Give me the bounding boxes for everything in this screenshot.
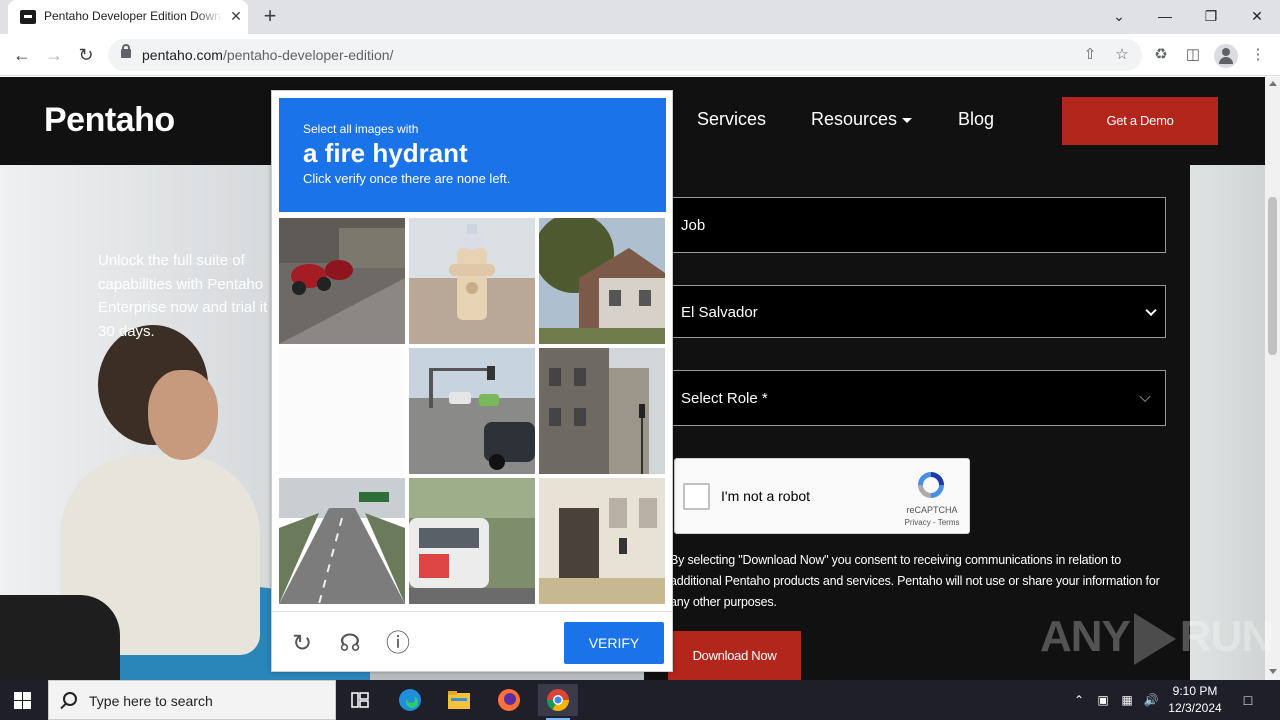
task-view-icon[interactable] bbox=[340, 684, 380, 716]
address-bar[interactable]: pentaho.com/pentaho-developer-edition/ ⇧… bbox=[108, 39, 1142, 71]
job-field[interactable]: Job bbox=[668, 197, 1166, 253]
firefox-icon[interactable] bbox=[489, 684, 529, 716]
caret-down-icon bbox=[902, 117, 913, 123]
search-icon bbox=[63, 692, 77, 706]
country-select[interactable]: El Salvador bbox=[668, 285, 1166, 338]
chrome-icon[interactable] bbox=[538, 684, 578, 720]
close-window-button[interactable]: ✕ bbox=[1243, 4, 1271, 28]
tab-strip: Pentaho Developer Edition Download ✕ + ⌄… bbox=[0, 0, 1280, 34]
menu-kebab-icon[interactable]: ⋮ bbox=[1247, 44, 1269, 66]
new-tab-button[interactable]: + bbox=[258, 5, 282, 29]
info-icon[interactable]: ⓘ bbox=[384, 630, 412, 658]
captcha-subtext: Click verify once there are none left. bbox=[303, 171, 511, 186]
nav-blog[interactable]: Blog bbox=[958, 109, 994, 130]
building-entrance-image bbox=[539, 478, 665, 604]
minimize-button[interactable]: — bbox=[1151, 4, 1179, 28]
download-now-button[interactable]: Download Now bbox=[668, 631, 801, 680]
captcha-tile-9[interactable] bbox=[539, 478, 665, 604]
reload-challenge-icon[interactable]: ↻ bbox=[288, 630, 316, 658]
profile-avatar-icon[interactable] bbox=[1214, 44, 1238, 68]
taskbar-search-box[interactable]: Type here to search bbox=[48, 680, 336, 720]
reload-icon[interactable]: ↻ bbox=[73, 42, 99, 68]
scroll-down-icon[interactable] bbox=[1269, 669, 1277, 674]
tab-title: Pentaho Developer Edition Download bbox=[44, 9, 222, 23]
scroll-thumb[interactable] bbox=[1268, 197, 1277, 355]
scroll-up-icon[interactable] bbox=[1269, 81, 1277, 86]
street-motorcycles-image bbox=[279, 218, 405, 344]
volume-icon[interactable]: 🔊 bbox=[1143, 692, 1159, 708]
notifications-icon[interactable]: □ bbox=[1240, 692, 1256, 708]
role-select[interactable]: Select Role * bbox=[668, 370, 1166, 426]
share-icon[interactable]: ⇧ bbox=[1080, 45, 1100, 65]
person-legs bbox=[0, 595, 120, 680]
browser-toolbar: ← → ↻ pentaho.com/pentaho-developer-edit… bbox=[0, 34, 1280, 76]
captcha-tile-2[interactable] bbox=[409, 218, 535, 344]
pentaho-logo[interactable]: Pentaho bbox=[44, 101, 175, 140]
forward-arrow-icon[interactable]: → bbox=[41, 42, 67, 68]
audio-challenge-icon[interactable]: ☊ bbox=[336, 630, 364, 658]
windows-start-icon[interactable] bbox=[14, 692, 31, 709]
consent-text: By selecting "Download Now" you consent … bbox=[670, 553, 1160, 609]
bookmark-star-icon[interactable]: ☆ bbox=[1112, 45, 1132, 65]
recaptcha-label: I'm not a robot bbox=[721, 488, 811, 504]
bus-street-image bbox=[409, 478, 535, 604]
captcha-instruction: Select all images with bbox=[303, 122, 419, 136]
pentaho-favicon-icon bbox=[20, 10, 36, 24]
highway-image bbox=[279, 478, 405, 604]
tab-search-icon[interactable]: ⌄ bbox=[1105, 4, 1133, 28]
fire-hydrant-image bbox=[409, 218, 535, 344]
captcha-header: Select all images with a fire hydrant Cl… bbox=[279, 98, 666, 212]
recaptcha-privacy-terms[interactable]: Privacy - Terms bbox=[901, 518, 963, 527]
back-arrow-icon[interactable]: ← bbox=[9, 42, 35, 68]
nav-resources[interactable]: Resources bbox=[811, 109, 913, 130]
captcha-tile-1[interactable] bbox=[279, 218, 405, 344]
verify-button[interactable]: VERIFY bbox=[564, 622, 664, 664]
url-text[interactable]: pentaho.com/pentaho-developer-edition/ bbox=[142, 47, 393, 63]
taskbar-search-placeholder: Type here to search bbox=[89, 693, 213, 709]
captcha-tile-5[interactable] bbox=[409, 348, 535, 474]
restore-button[interactable]: ❐ bbox=[1197, 4, 1225, 28]
tray-device-icon[interactable]: ▣ bbox=[1095, 692, 1111, 708]
browser-tab[interactable]: Pentaho Developer Edition Download ✕ bbox=[8, 0, 248, 34]
anyrun-watermark: ANY RUN bbox=[1040, 612, 1273, 666]
nav-services[interactable]: Services bbox=[697, 109, 766, 130]
tray-chevron-up-icon[interactable]: ⌃ bbox=[1071, 692, 1087, 708]
recaptcha-logo-icon bbox=[918, 472, 944, 498]
recaptcha-widget: I'm not a robot reCAPTCHA Privacy - Term… bbox=[674, 458, 970, 534]
captcha-tile-7[interactable] bbox=[279, 478, 405, 604]
captcha-tile-8[interactable] bbox=[409, 478, 535, 604]
hero-text: Unlock the full suite of capabilities wi… bbox=[98, 252, 289, 340]
building-traffic-light-image bbox=[539, 348, 665, 474]
chevron-down-icon bbox=[1145, 304, 1157, 316]
play-icon bbox=[1133, 613, 1176, 666]
house-tree-image bbox=[539, 218, 665, 344]
captcha-tile-3[interactable] bbox=[539, 218, 665, 344]
get-demo-button[interactable]: Get a Demo bbox=[1062, 97, 1218, 145]
page-scrollbar[interactable] bbox=[1265, 77, 1280, 680]
recaptcha-checkbox[interactable] bbox=[683, 483, 710, 510]
file-explorer-icon[interactable] bbox=[439, 684, 479, 716]
windows-taskbar: Type here to search ⌃ ▣ ▦ 🔊 9:10 PM 12/3… bbox=[0, 680, 1280, 720]
network-icon[interactable]: ▦ bbox=[1119, 692, 1135, 708]
captcha-footer: ↻ ☊ ⓘ VERIFY bbox=[272, 611, 672, 671]
side-panel-icon[interactable]: ◫ bbox=[1182, 44, 1204, 66]
tab-close-icon[interactable]: ✕ bbox=[228, 8, 244, 24]
clock-date[interactable]: 12/3/2024 bbox=[1162, 701, 1228, 715]
captcha-tile-6[interactable] bbox=[539, 348, 665, 474]
blank-tile-image bbox=[279, 348, 405, 474]
lock-icon[interactable] bbox=[121, 44, 131, 58]
clock-time[interactable]: 9:10 PM bbox=[1166, 684, 1224, 698]
chevron-down-icon bbox=[1139, 390, 1151, 403]
captcha-challenge: Select all images with a fire hydrant Cl… bbox=[271, 90, 673, 672]
edge-browser-icon[interactable] bbox=[390, 684, 430, 716]
captcha-tile-4[interactable] bbox=[279, 348, 405, 474]
captcha-target: a fire hydrant bbox=[303, 138, 468, 168]
extensions-puzzle-icon[interactable]: ♻ bbox=[1150, 44, 1172, 66]
right-background bbox=[1190, 165, 1265, 680]
download-form: Job El Salvador Select Role * I'm not a … bbox=[644, 165, 1190, 680]
recaptcha-brand: reCAPTCHA bbox=[906, 505, 958, 515]
road-intersection-image bbox=[409, 348, 535, 474]
person-face bbox=[148, 370, 218, 460]
